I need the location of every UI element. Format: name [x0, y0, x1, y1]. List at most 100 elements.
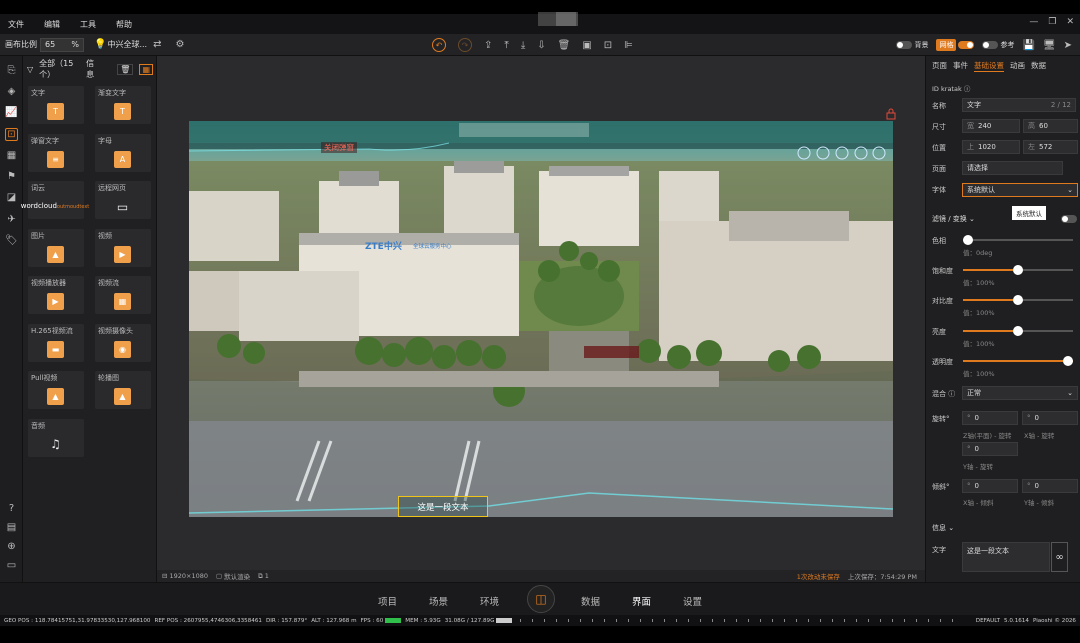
ungroup-icon[interactable]: ⊡ — [604, 40, 612, 51]
toggle-grid[interactable]: 网格 — [936, 39, 975, 51]
component-item[interactable]: 远程网页 ▭ — [95, 181, 151, 219]
rotate-z-input[interactable]: ° 0 — [962, 411, 1018, 425]
component-item[interactable]: 视频 ▶ — [95, 228, 151, 267]
component-item[interactable]: 渐变文字 T — [95, 86, 151, 124]
tab-page[interactable]: 页面 — [932, 60, 947, 72]
settings-icon[interactable]: ⚙ — [175, 39, 184, 50]
download-icon[interactable]: ⤓ — [521, 40, 525, 51]
component-item[interactable]: 视频播放器 ▶ — [28, 276, 84, 314]
component-item[interactable]: 轮播图 ▲ — [95, 371, 151, 409]
hue-slider[interactable] — [963, 235, 1073, 245]
nav-environment[interactable]: 环境 — [480, 594, 499, 608]
component-item[interactable]: 弹窗文字 ≡ — [28, 133, 84, 172]
popup-close-label[interactable]: 关闭弹窗 — [321, 142, 357, 153]
rotate-x-input[interactable]: ° 0 — [1022, 411, 1078, 425]
table-icon[interactable]: ▦ — [5, 149, 18, 162]
menu-edit[interactable]: 编辑 — [44, 19, 60, 30]
plane-icon[interactable]: ✈ — [5, 213, 18, 226]
nav-ui[interactable]: 界面 — [632, 594, 651, 608]
tab-data[interactable]: 数据 — [1031, 60, 1046, 72]
grid-view-icon[interactable]: ▦ — [139, 63, 153, 75]
help-icon[interactable]: ? — [5, 502, 18, 515]
skew-y-input[interactable]: ° 0 — [1022, 479, 1078, 493]
timeline-ruler[interactable] — [520, 619, 964, 622]
tab-basic[interactable]: 基础设置 — [974, 60, 1004, 72]
monitor-icon[interactable]: 🖥 — [1043, 40, 1056, 51]
info-section-title[interactable]: 信息 ⌄ — [932, 523, 954, 533]
menu-help[interactable]: 帮助 — [116, 19, 132, 30]
skew-x-input[interactable]: ° 0 — [962, 479, 1018, 493]
font-select[interactable]: 系统默认 ⌄ — [962, 183, 1078, 197]
component-item[interactable]: 图片 ▲ — [28, 228, 84, 267]
height-input[interactable]: 高 60 — [1023, 119, 1078, 133]
redo-icon[interactable]: ↷ — [458, 38, 472, 52]
group-icon[interactable]: ▣ — [582, 40, 591, 51]
upload-alt-icon[interactable]: ⤒ — [504, 40, 508, 51]
page-icon[interactable]: ⎘ — [5, 64, 18, 77]
download-alt-icon[interactable]: ⇩ — [537, 40, 545, 51]
tab-event[interactable]: 事件 — [953, 60, 968, 72]
toggle-background[interactable]: 背景 — [896, 40, 928, 50]
component-item[interactable]: 视频摄像头 ◉ — [95, 323, 151, 362]
scene-viewport[interactable]: 关闭弹窗 ZTE中兴 全球云服务中心 这是一段文本 — [189, 121, 893, 517]
name-input[interactable]: 文字 2 / 12 — [962, 98, 1076, 112]
shapes-icon[interactable]: ◪ — [5, 191, 18, 204]
component-item[interactable]: 词云 word cloud outmoud text — [21, 181, 89, 219]
layers-icon[interactable]: ◈ — [5, 85, 18, 98]
rotate-y-input[interactable]: ° 0 — [962, 442, 1018, 456]
filter-icon[interactable]: ▽ — [27, 65, 33, 74]
list-view-icon[interactable]: 🗑 — [117, 63, 134, 75]
nav-data[interactable]: 数据 — [581, 594, 600, 608]
selected-text-element[interactable]: 这是一段文本 — [398, 496, 488, 517]
flag-icon[interactable]: ⚑ — [5, 170, 18, 183]
project-name[interactable]: 中兴全球... — [107, 39, 147, 50]
nav-project[interactable]: 项目 — [378, 594, 397, 608]
tab-info[interactable]: 信息 — [86, 58, 97, 80]
top-input[interactable]: 上 1020 — [962, 140, 1020, 154]
opacity-slider[interactable] — [963, 356, 1073, 366]
save-icon[interactable]: 💾 — [1022, 40, 1034, 51]
component-item[interactable]: 文字 T — [28, 86, 84, 124]
component-icon[interactable]: ⊡ — [5, 128, 18, 141]
brightness-slider[interactable] — [963, 326, 1073, 336]
nav-settings[interactable]: 设置 — [683, 594, 702, 608]
swap-icon[interactable]: ⇄ — [153, 39, 161, 50]
restore-icon[interactable]: ❐ — [1048, 17, 1056, 27]
nav-scene[interactable]: 场景 — [429, 594, 448, 608]
link-icon[interactable]: ∞ — [1051, 542, 1068, 572]
width-input[interactable]: 宽 240 — [962, 119, 1020, 133]
align-icon[interactable]: ⊫ — [624, 40, 633, 51]
filter-toggle[interactable] — [1061, 215, 1077, 223]
globe-icon[interactable]: ⊕ — [5, 540, 18, 553]
component-item[interactable]: 音频 ♫ — [28, 418, 84, 457]
filter-section-title[interactable]: 滤镜 / 变换 ⌄ — [932, 214, 975, 224]
delete-icon[interactable]: 🗑 — [558, 40, 571, 51]
tab-animation[interactable]: 动画 — [1010, 60, 1025, 72]
toggle-reference[interactable]: 参考 — [982, 40, 1014, 50]
saturation-slider[interactable] — [963, 265, 1073, 275]
minimize-icon[interactable]: — — [1029, 17, 1038, 27]
component-item[interactable]: Pull视频 ▲ — [28, 371, 84, 409]
component-item[interactable]: H.265视频流 ▬ — [28, 323, 84, 362]
menu-file[interactable]: 文件 — [8, 19, 24, 30]
chart-icon[interactable]: 📈 — [5, 106, 18, 119]
upload-icon[interactable]: ⇪ — [484, 40, 492, 51]
undo-icon[interactable]: ↶ — [432, 38, 446, 52]
left-input[interactable]: 左 572 — [1023, 140, 1078, 154]
doc-icon[interactable]: ▤ — [5, 521, 18, 534]
component-item[interactable]: 视频流 ▦ — [95, 276, 151, 314]
component-item[interactable]: 字母 A — [95, 133, 151, 172]
screen-icon[interactable]: ▭ — [5, 559, 18, 572]
tag-icon[interactable]: 🏷 — [5, 234, 18, 247]
center-logo-icon[interactable]: ◫ — [527, 585, 555, 613]
blend-select[interactable]: 正常 ⌄ — [962, 386, 1078, 400]
lock-icon[interactable] — [886, 108, 896, 120]
page-select[interactable]: 请选择 — [962, 161, 1063, 175]
contrast-slider[interactable] — [963, 295, 1073, 305]
menu-tools[interactable]: 工具 — [80, 19, 96, 30]
ratio-input[interactable]: 65 % — [40, 37, 84, 52]
tab-all[interactable]: 全部（15个） — [39, 58, 74, 80]
send-icon[interactable]: ➤ — [1064, 40, 1072, 51]
text-input[interactable]: 这是一段文本 — [962, 542, 1050, 572]
close-icon[interactable]: ✕ — [1066, 17, 1074, 27]
